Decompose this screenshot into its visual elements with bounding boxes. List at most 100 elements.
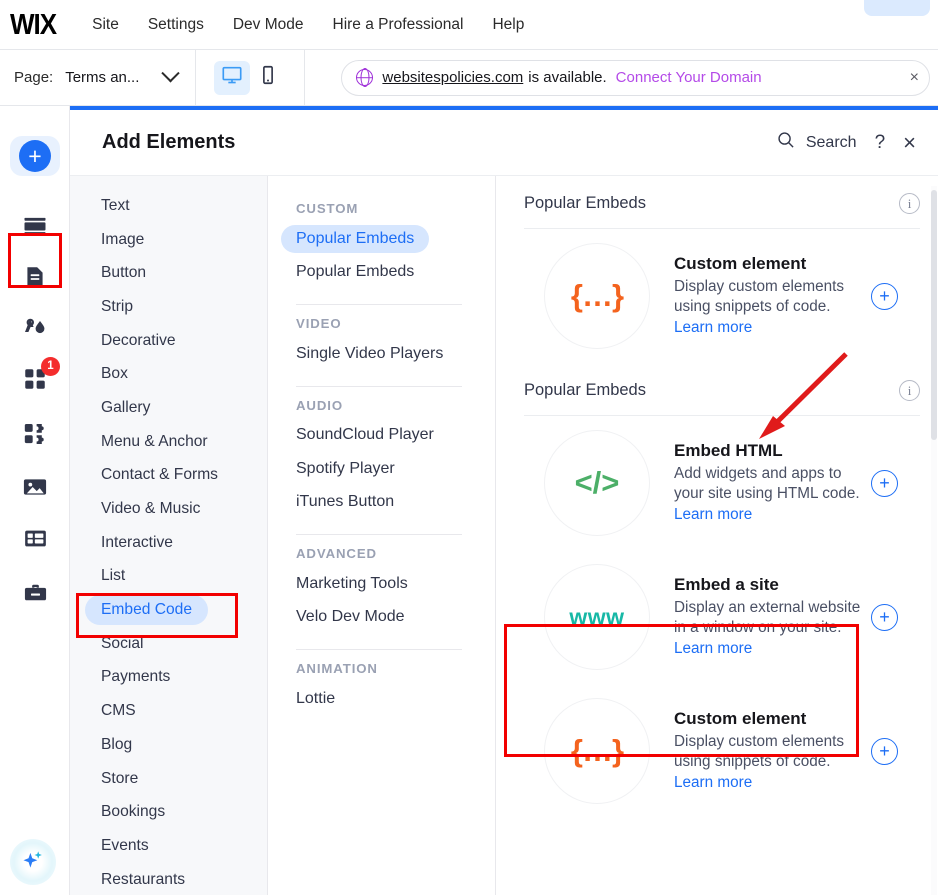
domain-name-link[interactable]: websitespolicies.com bbox=[382, 69, 523, 86]
search-button[interactable]: Search bbox=[776, 130, 857, 155]
sidebar-item-cms[interactable] bbox=[0, 518, 70, 564]
category-item-label: Embed Code bbox=[85, 595, 209, 626]
learn-more-link[interactable]: Learn more bbox=[674, 506, 752, 523]
element-card[interactable]: </> Embed HTML Add widgets and apps to you… bbox=[524, 416, 920, 550]
category-item-store[interactable]: Store bbox=[70, 762, 267, 796]
help-icon[interactable]: ? bbox=[875, 132, 886, 154]
group-title-advanced: ADVANCED bbox=[296, 546, 377, 561]
subcategory-item-label: Spotify Player bbox=[296, 459, 395, 477]
sidebar-item-media[interactable] bbox=[0, 466, 70, 512]
category-item-label: Contact & Forms bbox=[101, 466, 218, 484]
add-element-button[interactable]: + bbox=[871, 282, 898, 310]
category-item-image[interactable]: Image bbox=[70, 223, 267, 257]
info-circle-icon[interactable]: i bbox=[899, 380, 920, 401]
plus-circle-icon: + bbox=[19, 140, 51, 172]
menu-item-help[interactable]: Help bbox=[492, 16, 524, 34]
add-element-button[interactable]: + bbox=[871, 737, 898, 765]
category-item-menu-anchor[interactable]: Menu & Anchor bbox=[70, 425, 267, 459]
category-item-payments[interactable]: Payments bbox=[70, 661, 267, 695]
subcategory-item-label: Lottie bbox=[296, 689, 336, 707]
sidebar-item-add-elements[interactable]: + bbox=[0, 133, 70, 179]
sidebar-item-apps[interactable]: 1 bbox=[0, 356, 70, 404]
group-title-video: VIDEO bbox=[296, 316, 342, 331]
category-item-events[interactable]: Events bbox=[70, 829, 267, 863]
info-circle-icon[interactable]: i bbox=[899, 193, 920, 214]
section-title: Popular Embeds bbox=[524, 194, 646, 212]
category-item-label: Menu & Anchor bbox=[101, 432, 208, 450]
category-item-restaurants[interactable]: Restaurants bbox=[70, 863, 267, 895]
category-item-label: Decorative bbox=[101, 331, 176, 349]
category-item-box[interactable]: Box bbox=[70, 357, 267, 391]
element-card[interactable]: {…} Custom element Display custom elements… bbox=[524, 684, 920, 818]
group-separator bbox=[296, 649, 462, 650]
sidebar-item-page-design[interactable] bbox=[0, 256, 70, 302]
section-header: Popular Embeds i bbox=[524, 176, 920, 214]
subcategory-item-velo-dev-mode[interactable]: Velo Dev Mode bbox=[296, 601, 495, 635]
add-element-button[interactable]: + bbox=[871, 469, 898, 497]
ai-assistant-button[interactable] bbox=[10, 839, 56, 885]
mobile-view-button[interactable] bbox=[250, 61, 286, 95]
category-item-button[interactable]: Button bbox=[70, 256, 267, 290]
category-item-list[interactable]: List bbox=[70, 560, 267, 594]
subcategory-item-lottie[interactable]: Lottie bbox=[296, 682, 495, 716]
category-item-label: Box bbox=[101, 365, 128, 383]
category-item-social[interactable]: Social bbox=[70, 627, 267, 661]
element-card-body: Custom element Display custom elements us… bbox=[674, 709, 868, 793]
category-item-text[interactable]: Text bbox=[70, 189, 267, 223]
category-item-video-music[interactable]: Video & Music bbox=[70, 492, 267, 526]
category-item-gallery[interactable]: Gallery bbox=[70, 391, 267, 425]
learn-more-link[interactable]: Learn more bbox=[674, 774, 752, 791]
close-icon[interactable]: × bbox=[910, 69, 919, 87]
element-card-body: Embed a site Display an external website … bbox=[674, 575, 868, 659]
menu-item-hire-a-professional[interactable]: Hire a Professional bbox=[333, 16, 464, 34]
element-card-title: Embed a site bbox=[674, 574, 779, 594]
subcategory-list: CUSTOM Popular Embeds Popular Embeds VIDEO S… bbox=[268, 176, 496, 895]
wix-logo[interactable]: WIX bbox=[10, 7, 57, 42]
category-item-cms[interactable]: CMS bbox=[70, 694, 267, 728]
sidebar-item-theme-manager[interactable] bbox=[0, 306, 70, 352]
category-item-blog[interactable]: Blog bbox=[70, 728, 267, 762]
subcategory-item-popular-embeds[interactable]: Popular Embeds bbox=[281, 222, 495, 256]
panel-scrollbar-thumb[interactable] bbox=[931, 190, 937, 440]
category-item-label: Interactive bbox=[101, 533, 173, 551]
close-icon[interactable]: × bbox=[903, 131, 916, 154]
subcategory-item-popular-embeds[interactable]: Popular Embeds bbox=[296, 256, 495, 290]
sidebar-item-site-menu-pages[interactable] bbox=[0, 206, 70, 252]
element-thumbnail: {…} bbox=[544, 243, 650, 349]
group-separator bbox=[296, 534, 462, 535]
category-item-bookings[interactable]: Bookings bbox=[70, 795, 267, 829]
domain-availability-banner: websitespolicies.com is available. Conne… bbox=[341, 59, 930, 96]
menu-item-dev-mode[interactable]: Dev Mode bbox=[233, 16, 304, 34]
sidebar-item-my-business[interactable] bbox=[0, 413, 70, 459]
add-element-button[interactable]: + bbox=[871, 603, 898, 631]
element-card[interactable]: www Embed a site Display an external websi… bbox=[524, 550, 920, 684]
category-item-contact-forms[interactable]: Contact & Forms bbox=[70, 459, 267, 493]
elements-gallery: Popular Embeds i {…} Custom element Display … bbox=[496, 176, 938, 895]
category-item-strip[interactable]: Strip bbox=[70, 290, 267, 324]
sidebar-item-business-tools[interactable] bbox=[0, 573, 70, 619]
section-title: Popular Embeds bbox=[524, 381, 646, 399]
text-and-color-icon bbox=[21, 313, 49, 346]
learn-more-link[interactable]: Learn more bbox=[674, 319, 752, 336]
category-item-interactive[interactable]: Interactive bbox=[70, 526, 267, 560]
subcategory-item-soundcloud-player[interactable]: SoundCloud Player bbox=[296, 419, 495, 453]
chevron-down-icon[interactable] bbox=[161, 64, 181, 83]
menu-item-site[interactable]: Site bbox=[92, 16, 119, 34]
subcategory-item-spotify-player[interactable]: Spotify Player bbox=[296, 452, 495, 486]
element-card[interactable]: {…} Custom element Display custom elements… bbox=[524, 229, 920, 363]
category-item-embed-code[interactable]: Embed Code bbox=[70, 593, 267, 627]
subcategory-item-single-video-players[interactable]: Single Video Players bbox=[296, 337, 495, 371]
connect-your-domain-link[interactable]: Connect Your Domain bbox=[616, 69, 762, 86]
menu-item-settings[interactable]: Settings bbox=[148, 16, 204, 34]
page-selector-value[interactable]: Terms an... bbox=[65, 69, 139, 86]
globe-icon bbox=[356, 69, 374, 86]
subcategory-item-marketing-tools[interactable]: Marketing Tools bbox=[296, 567, 495, 601]
element-card-title: Custom element bbox=[674, 253, 807, 273]
learn-more-link[interactable]: Learn more bbox=[674, 640, 752, 657]
top-right-action-pill[interactable] bbox=[864, 0, 930, 16]
desktop-view-button[interactable] bbox=[214, 60, 251, 95]
group-title-audio: AUDIO bbox=[296, 397, 343, 413]
subcategory-item-itunes-button[interactable]: iTunes Button bbox=[296, 486, 495, 520]
category-item-decorative[interactable]: Decorative bbox=[70, 324, 267, 358]
www-icon: www bbox=[569, 603, 625, 630]
